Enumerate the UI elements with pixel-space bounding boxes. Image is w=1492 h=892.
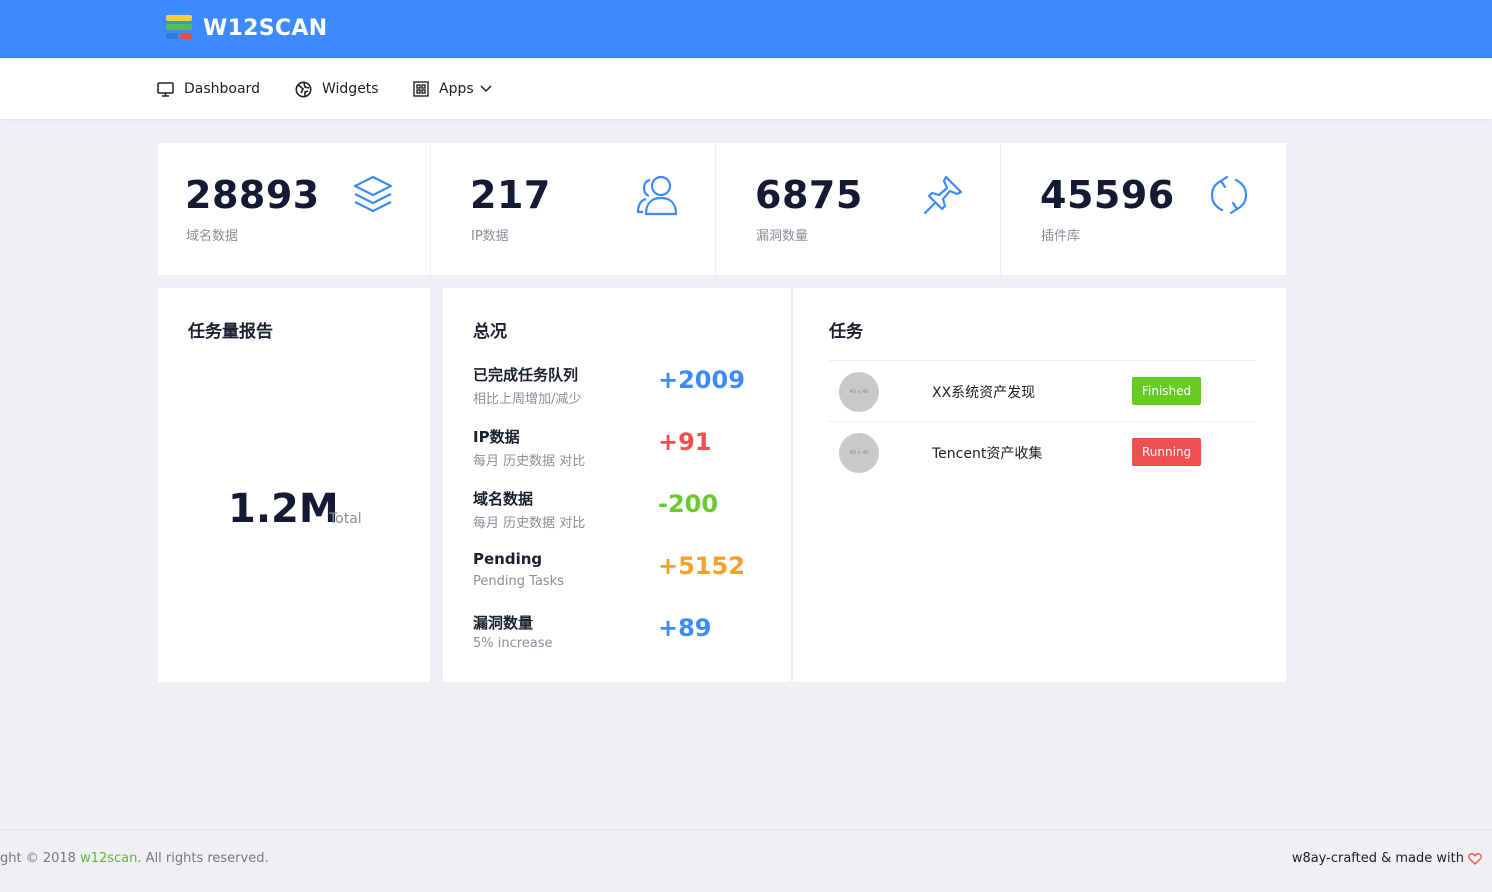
top-bar: W12SCAN	[0, 0, 1492, 58]
overview-row: IP数据 每月 历史数据 对比 +91	[473, 426, 773, 474]
tasks-title: 任务	[829, 322, 863, 342]
pin-icon	[923, 175, 963, 215]
heart-icon	[1468, 852, 1482, 865]
overview-row-title: IP数据	[473, 428, 520, 446]
nav-bar: Dashboard Widgets Apps	[0, 58, 1492, 119]
stat-value: 6875	[755, 173, 863, 217]
overview-row-subtitle: Pending Tasks	[473, 574, 564, 589]
tasks-card: 任务 40 x 40 XX系统资产发现 Finished 40 x 40 Ten…	[793, 288, 1286, 682]
stat-label: 漏洞数量	[756, 229, 809, 244]
status-badge: Finished	[1132, 377, 1202, 405]
brand[interactable]: W12SCAN	[166, 12, 327, 44]
stat-label: 插件库	[1041, 229, 1081, 244]
overview-row: Pending Pending Tasks +5152	[473, 550, 773, 598]
footer-credit: w8ay-crafted & made with	[1292, 851, 1482, 866]
brand-logo-icon	[166, 14, 194, 42]
report-card: 任务量报告 1.2M Total	[158, 288, 430, 682]
nav-item-label: Dashboard	[184, 81, 260, 97]
chevron-down-icon	[480, 85, 492, 93]
overview-row-subtitle: 相比上周增加/减少	[473, 392, 582, 407]
overview-row-value: -200	[658, 490, 719, 518]
footer-link[interactable]: w12scan	[80, 851, 137, 866]
monitor-icon	[157, 81, 174, 97]
overview-card: 总况 已完成任务队列 相比上周增加/减少 +2009 IP数据 每月 历史数据 …	[443, 288, 792, 682]
stat-card-plugins: 45596 插件库	[1001, 143, 1286, 275]
nav-item-label: Widgets	[322, 81, 379, 97]
nav-item-widgets[interactable]: Widgets	[295, 78, 379, 100]
avatar: 40 x 40	[839, 372, 879, 412]
status-badge: Running	[1132, 438, 1202, 466]
overview-row: 域名数据 每月 历史数据 对比 -200	[473, 488, 773, 536]
overview-title: 总况	[473, 322, 507, 342]
report-title: 任务量报告	[188, 322, 273, 342]
stat-card-domains: 28893 域名数据	[158, 143, 430, 275]
avatar: 40 x 40	[839, 433, 879, 473]
refresh-icon	[1210, 175, 1248, 215]
overview-row-value: +2009	[658, 366, 745, 394]
stat-label: IP数据	[471, 229, 509, 244]
brand-name: W12SCAN	[203, 15, 328, 41]
stat-card-vulns: 6875 漏洞数量	[716, 143, 1000, 275]
footer-copyright: ght © 2018 w12scan. All rights reserved.	[0, 851, 269, 866]
footer: ght © 2018 w12scan. All rights reserved.…	[0, 829, 1492, 892]
stat-label: 域名数据	[186, 229, 239, 244]
overview-row-title: 漏洞数量	[473, 614, 534, 632]
task-name: XX系统资产发现	[932, 385, 1036, 401]
nav-item-label: Apps	[439, 81, 474, 97]
footer-credit-text: w8ay-crafted & made with	[1291, 851, 1464, 866]
task-row[interactable]: 40 x 40 XX系统资产发现 Finished	[829, 360, 1256, 421]
overview-row: 漏洞数量 5% increase +89	[473, 612, 773, 660]
overview-row-value: +91	[658, 428, 712, 456]
overview-row-title: Pending	[473, 550, 543, 568]
nav-item-apps[interactable]: Apps	[413, 78, 492, 100]
overview-row-title: 域名数据	[473, 490, 534, 508]
stat-value: 45596	[1040, 173, 1175, 217]
overview-row-value: +5152	[658, 552, 745, 580]
overview-row-subtitle: 5% increase	[473, 636, 553, 651]
report-total-value: 1.2M	[228, 486, 339, 532]
footer-copyright-prefix: ght © 2018	[0, 851, 81, 866]
overview-row-value: +89	[658, 614, 712, 642]
report-total-label: Total	[329, 511, 362, 527]
nav-item-dashboard[interactable]: Dashboard	[157, 78, 260, 100]
footer-copyright-suffix: . All rights reserved.	[137, 851, 269, 866]
globe-icon	[295, 81, 312, 97]
apps-grid-icon	[413, 81, 429, 97]
stat-value: 217	[470, 173, 551, 217]
users-icon	[636, 175, 678, 216]
stat-value: 28893	[185, 173, 320, 217]
layers-icon	[353, 175, 393, 213]
task-name: Tencent资产收集	[932, 446, 1043, 462]
overview-row-title: 已完成任务队列	[473, 366, 579, 384]
overview-row: 已完成任务队列 相比上周增加/减少 +2009	[473, 364, 773, 412]
stat-card-ips: 217 IP数据	[431, 143, 715, 275]
overview-row-subtitle: 每月 历史数据 对比	[473, 454, 586, 469]
task-row[interactable]: 40 x 40 Tencent资产收集 Running	[829, 421, 1256, 482]
overview-row-subtitle: 每月 历史数据 对比	[473, 516, 586, 531]
